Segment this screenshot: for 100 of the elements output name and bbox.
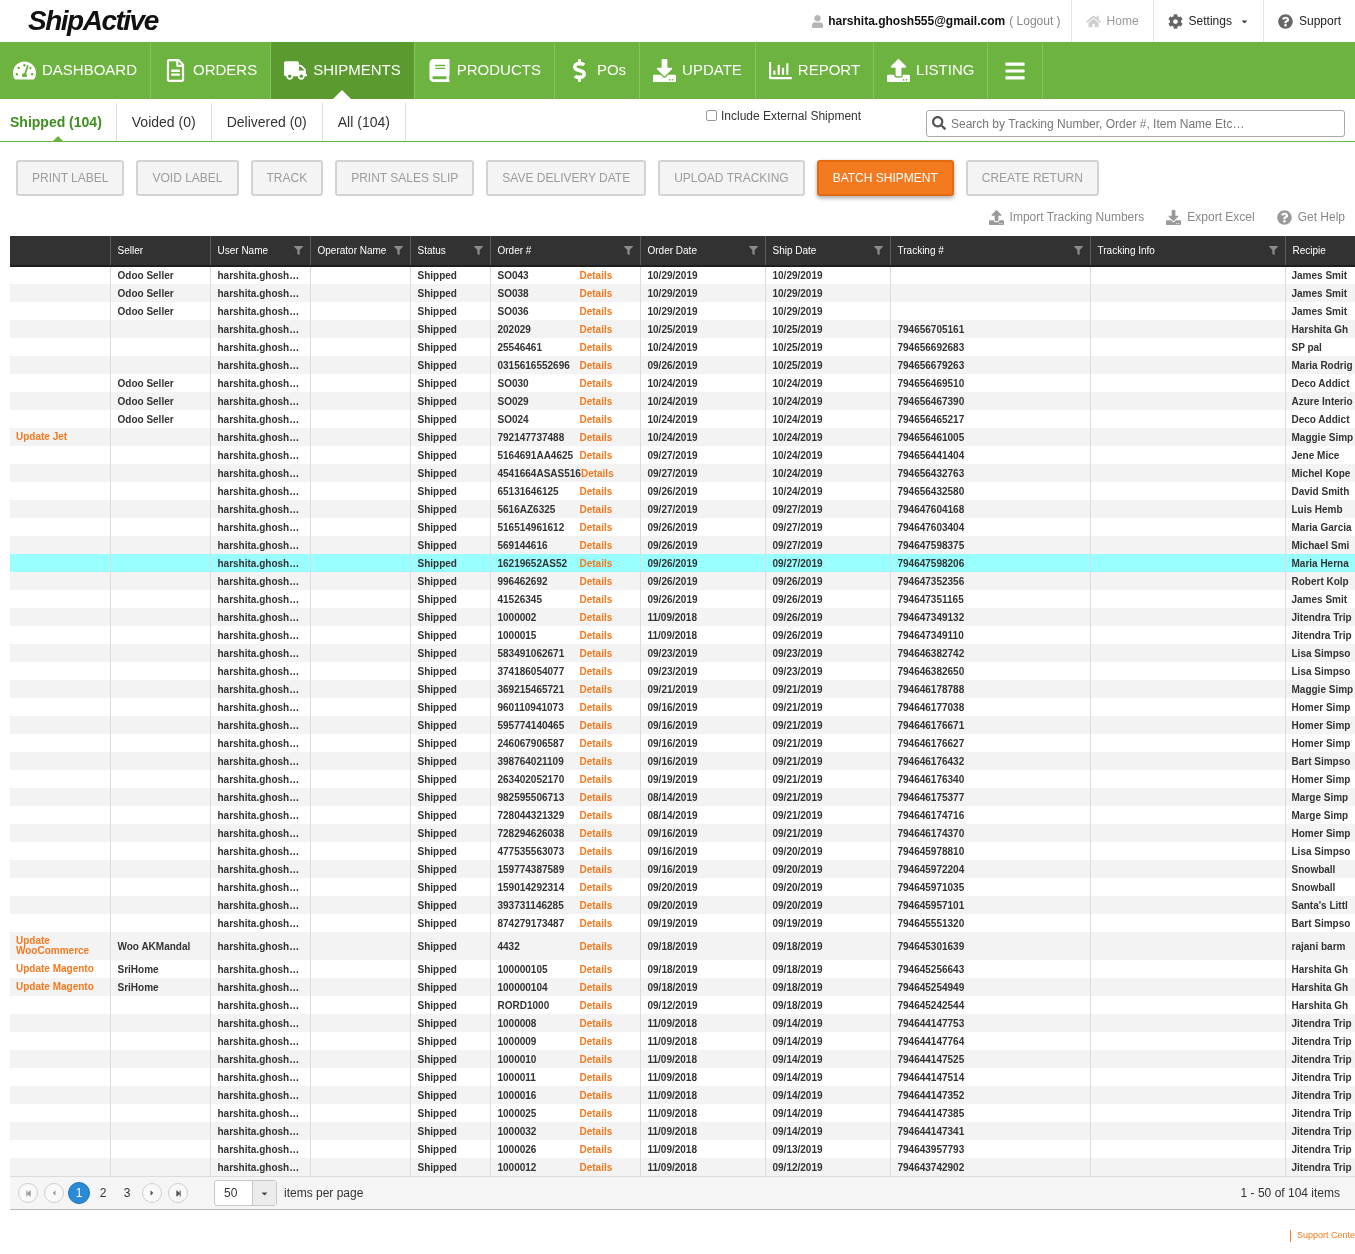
details-link[interactable]: Details [579,807,613,823]
table-row[interactable]: harshita.ghosh… Shipped 1000016 Details 11/09/2018 09/14/2019 794644147352 Jitendra Trip [10,1086,1355,1104]
table-row[interactable]: harshita.ghosh… Shipped 1000032 Details 11/09/2018 09/14/2019 794644147341 Jitendra Trip [10,1122,1355,1140]
details-link[interactable]: Details [579,268,613,283]
table-row[interactable]: harshita.ghosh… Shipped 4541664ASAS516Details 09/27/2019 10/24/2019 794656432763 Michel Kope [10,464,1355,482]
table-row[interactable]: harshita.ghosh… Shipped 1000026 Details 11/09/2018 09/13/2019 794643957793 Jitendra Trip [10,1140,1355,1158]
table-row[interactable]: harshita.ghosh… Shipped 728294626038 Details 09/16/2019 09/21/2019 794646174370 Homer Simp [10,824,1355,842]
table-row[interactable]: harshita.ghosh… Shipped 1000002 Details 11/09/2018 09/26/2019 794647349132 Jitendra Trip [10,608,1355,626]
last-page-button[interactable] [168,1183,188,1203]
table-row[interactable]: harshita.ghosh… Shipped 583491062671 Details 09/23/2019 09/23/2019 794646382742 Lisa Simpso [10,644,1355,662]
details-link[interactable]: Details [579,591,613,607]
table-row[interactable]: harshita.ghosh… Shipped 202029 Details 10/25/2019 10/25/2019 794656705161 Harshita Gh [10,320,1355,338]
table-row[interactable]: harshita.ghosh… Shipped 728044321329 Details 08/14/2019 09/21/2019 794646174716 Marge Simp [10,806,1355,824]
details-link[interactable]: Details [579,1141,613,1157]
table-row[interactable]: Odoo Seller harshita.ghosh… Shipped SO029 Details 10/24/2019 10/24/2019 794656467390 Azure Interio [10,392,1355,410]
table-row[interactable]: Update Jet harshita.ghosh… Shipped 792147737488 Details 10/24/2019 10/24/2019 794656461005 Maggie Simp [10,428,1355,446]
page-size-select[interactable]: 50 [214,1180,277,1206]
details-link[interactable]: Details [579,537,613,553]
table-row[interactable]: harshita.ghosh… Shipped 1000010 Details 11/09/2018 09/14/2019 794644147525 Jitendra Trip [10,1050,1355,1068]
details-link[interactable]: Details [579,609,613,625]
details-link[interactable]: Details [579,627,613,643]
table-row[interactable]: harshita.ghosh… Shipped 16219652AS52 Details 09/26/2019 09/27/2019 794647598206 Maria Herna [10,554,1355,572]
details-link[interactable]: Details [579,843,613,859]
details-link[interactable]: Details [579,699,613,715]
table-row[interactable]: harshita.ghosh… Shipped 5164691AA4625 Details 09/27/2019 10/24/2019 794656441404 Jene Mice [10,446,1355,464]
table-row[interactable]: harshita.ghosh… Shipped 874279173487 Details 09/19/2019 09/19/2019 794645551320 Bart Simpso [10,914,1355,932]
export-excel-link[interactable]: Export Excel [1166,208,1255,226]
tab[interactable]: Voided (0) [116,103,212,141]
details-link[interactable]: Details [579,825,613,841]
details-link[interactable]: Details [579,411,613,427]
details-link[interactable]: Details [579,681,613,697]
table-row[interactable]: harshita.ghosh… Shipped 246067906587 Details 09/16/2019 09/21/2019 794646176627 Homer Simp [10,734,1355,752]
details-link[interactable]: Details [579,429,613,445]
details-link[interactable]: Details [579,1123,613,1139]
table-row[interactable]: harshita.ghosh… Shipped 516514961612 Details 09/26/2019 09/27/2019 794647603404 Maria Garcia [10,518,1355,536]
details-link[interactable]: Details [579,789,613,805]
details-link[interactable]: Details [579,961,613,977]
details-link[interactable]: Details [579,321,613,337]
search-field[interactable]: Search by Tracking Number, Order #, Item Name Etc… [926,110,1345,137]
details-link[interactable]: Details [579,915,613,931]
details-link[interactable]: Details [579,897,613,913]
details-link[interactable]: Details [579,1015,613,1031]
details-link[interactable]: Details [579,663,613,679]
table-row[interactable]: harshita.ghosh… Shipped 1000015 Details 11/09/2018 09/26/2019 794647349110 Jitendra Trip [10,626,1355,644]
details-link[interactable]: Details [579,861,613,877]
details-link[interactable]: Details [579,735,613,751]
details-link[interactable]: Details [579,979,613,995]
filter-icon[interactable] [1268,246,1278,255]
details-link[interactable]: Details [579,717,613,733]
details-link[interactable]: Details [579,303,613,319]
details-link[interactable]: Details [579,997,613,1013]
details-link[interactable]: Details [579,285,613,301]
table-row[interactable]: harshita.ghosh… Shipped 263402052170 Details 09/19/2019 09/21/2019 794646176340 Homer Simp [10,770,1355,788]
filter-icon[interactable] [293,246,303,255]
table-row[interactable]: harshita.ghosh… Shipped 1000012 Details 11/09/2018 09/12/2019 794643742902 Jitendra Trip [10,1158,1355,1176]
tab[interactable]: Delivered (0) [211,103,323,141]
details-link[interactable]: Details [579,771,613,787]
details-link[interactable]: Details [579,1051,613,1067]
page-button[interactable]: 2 [92,1182,114,1204]
logo[interactable]: ShipActive [28,5,158,37]
details-link[interactable]: Details [579,573,613,589]
details-link[interactable]: Details [579,483,613,499]
details-link[interactable]: Details [579,1105,613,1121]
import-tracking-link[interactable]: Import Tracking Numbers [988,208,1145,226]
table-row[interactable]: harshita.ghosh… Shipped 960110941073 Details 09/16/2019 09/21/2019 794646177038 Homer Simp [10,698,1355,716]
table-row[interactable]: harshita.ghosh… Shipped 159014292314 Details 09/20/2019 09/20/2019 794645971035 Snowball [10,878,1355,896]
update-link[interactable]: Update Magento [16,964,106,974]
table-row[interactable]: harshita.ghosh… Shipped RORD1000 Details 09/12/2019 09/18/2019 794645242544 Harshita Gh [10,996,1355,1014]
details-link[interactable]: Details [579,645,613,661]
filter-icon[interactable] [393,246,403,255]
table-row[interactable]: harshita.ghosh… Shipped 1000011 Details 11/09/2018 09/14/2019 794644147514 Jitendra Trip [10,1068,1355,1086]
logout-link[interactable]: ( Logout ) [1009,12,1061,30]
table-row[interactable]: Odoo Seller harshita.ghosh… Shipped SO030 Details 10/24/2019 10/24/2019 794656469510 Deco Addict [10,374,1355,392]
tab[interactable]: All (104) [322,103,406,141]
filter-icon[interactable] [623,246,633,255]
table-row[interactable]: Update Magento SriHome harshita.ghosh… Shipped 100000104 Details 09/18/2019 09/18/2019 794645254949 Harshita Gh [10,978,1355,996]
details-link[interactable]: Details [579,1069,613,1085]
details-link[interactable]: Details [580,465,614,481]
details-link[interactable]: Details [579,938,613,954]
table-row[interactable]: harshita.ghosh… Shipped 1000025 Details 11/09/2018 09/14/2019 794644147385 Jitendra Trip [10,1104,1355,1122]
details-link[interactable]: Details [579,879,613,895]
details-link[interactable]: Details [579,447,613,463]
filter-icon[interactable] [1073,246,1083,255]
table-row[interactable]: harshita.ghosh… Shipped 369215465721 Details 09/21/2019 09/21/2019 794646178788 Maggie Simp [10,680,1355,698]
details-link[interactable]: Details [579,1159,613,1175]
filter-icon[interactable] [873,246,883,255]
details-link[interactable]: Details [579,375,613,391]
details-link[interactable]: Details [579,339,613,355]
checkbox[interactable] [706,110,717,121]
table-row[interactable]: harshita.ghosh… Shipped 25546461 Details 10/24/2019 10/25/2019 794656692683 SP pal [10,338,1355,356]
table-row[interactable]: Update Magento SriHome harshita.ghosh… Shipped 100000105 Details 09/18/2019 09/18/2019 794645256643 Harshita Gh [10,960,1355,978]
first-page-button[interactable] [18,1183,38,1203]
next-page-button[interactable] [142,1183,162,1203]
page-button[interactable]: 3 [116,1182,138,1204]
table-row[interactable]: Update WooCommerce Woo AKMandal harshita.ghosh… Shipped 4432 Details 09/18/2019 09/18/2019 794645301639 rajani barm [10,932,1355,960]
filter-icon[interactable] [473,246,483,255]
get-help-link[interactable]: Get Help [1276,208,1345,226]
table-row[interactable]: harshita.ghosh… Shipped 41526345 Details 09/26/2019 09/26/2019 794647351165 James Smit [10,590,1355,608]
table-row[interactable]: harshita.ghosh… Shipped 393731146285 Details 09/20/2019 09/20/2019 794645957101 Santa's Littl [10,896,1355,914]
table-row[interactable]: harshita.ghosh… Shipped 982595506713 Details 08/14/2019 09/21/2019 794646175377 Marge Simp [10,788,1355,806]
